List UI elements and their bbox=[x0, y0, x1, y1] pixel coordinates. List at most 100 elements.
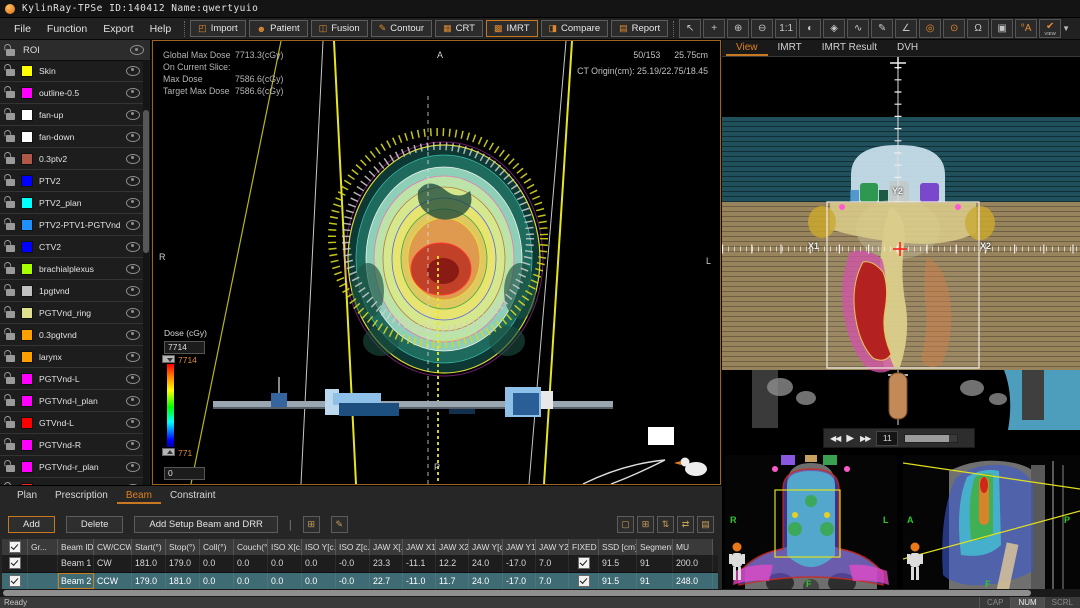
fixed-checkbox[interactable] bbox=[578, 557, 590, 569]
visibility-eye-icon[interactable] bbox=[126, 154, 140, 164]
visibility-eye-icon[interactable] bbox=[126, 66, 140, 76]
fixed-checkbox[interactable] bbox=[578, 575, 590, 587]
lock-icon[interactable]: Ω bbox=[967, 19, 989, 38]
coronal-dose-view[interactable]: R L F bbox=[725, 455, 897, 597]
menu-file[interactable]: File bbox=[6, 23, 39, 35]
roi-item[interactable]: 0.3pgtvnd bbox=[0, 324, 144, 346]
tab-beam[interactable]: Beam bbox=[117, 488, 161, 504]
roi-item[interactable]: CTV2 bbox=[0, 236, 144, 258]
visibility-eye-icon[interactable] bbox=[126, 198, 140, 208]
sagittal-dose-view[interactable]: A P F bbox=[903, 455, 1080, 597]
visibility-eye-icon[interactable] bbox=[126, 440, 140, 450]
roi-item[interactable]: GTVnd-L bbox=[0, 412, 144, 434]
visibility-eye-icon[interactable] bbox=[126, 462, 140, 472]
toolbar-button-fusion[interactable]: ◫Fusion bbox=[311, 20, 368, 37]
tab-dvh[interactable]: DVH bbox=[887, 40, 928, 56]
roi-item[interactable]: Skin bbox=[0, 60, 144, 82]
roi-scrollbar[interactable] bbox=[143, 60, 149, 485]
tab-plan[interactable]: Plan bbox=[8, 488, 46, 504]
dose-min-input[interactable]: 0 bbox=[164, 467, 205, 480]
roi-item[interactable]: fan-up bbox=[0, 104, 144, 126]
cursor-icon[interactable]: ↖ bbox=[679, 19, 701, 38]
roi-item[interactable]: fan-down bbox=[0, 126, 144, 148]
rewind-button[interactable]: ◀◀ bbox=[830, 434, 840, 443]
delete-button[interactable]: Delete bbox=[66, 516, 123, 533]
pan-icon[interactable]: + bbox=[703, 19, 725, 38]
select-all-checkbox[interactable] bbox=[9, 541, 21, 553]
frame-number[interactable]: 11 bbox=[876, 431, 898, 446]
dose-max-input[interactable]: 7714 bbox=[164, 341, 205, 354]
visibility-eye-icon[interactable] bbox=[130, 45, 144, 55]
expand-tools-icon[interactable]: ▼ bbox=[1062, 24, 1070, 33]
visibility-eye-icon[interactable] bbox=[126, 220, 140, 230]
capture-icon[interactable]: ▣ bbox=[991, 19, 1013, 38]
toolbar-button-contour[interactable]: ✎Contour bbox=[371, 20, 432, 37]
add-button[interactable]: Add bbox=[8, 516, 55, 533]
visibility-eye-icon[interactable] bbox=[126, 242, 140, 252]
beam-tool-grid-icon[interactable]: ⊞ bbox=[637, 516, 654, 533]
tab-imrt[interactable]: IMRT bbox=[768, 40, 812, 56]
beam-tool-list-icon[interactable]: ▤ bbox=[697, 516, 714, 533]
roi-scrollbar-thumb[interactable] bbox=[143, 110, 149, 253]
beam-tool-copy-icon[interactable]: ▢ bbox=[617, 516, 634, 533]
visibility-eye-icon[interactable] bbox=[126, 352, 140, 362]
tab-prescription[interactable]: Prescription bbox=[46, 488, 117, 504]
visibility-eye-icon[interactable] bbox=[126, 88, 140, 98]
roi-item[interactable]: PGTVnd-r_plan bbox=[0, 456, 144, 478]
view-mode-icon[interactable]: ✔VIEW bbox=[1039, 19, 1061, 38]
roi-item[interactable]: larynx bbox=[0, 346, 144, 368]
roi-item[interactable]: PTV2-PTV1-PGTVnd-PGTVn: bbox=[0, 214, 144, 236]
visibility-eye-icon[interactable] bbox=[126, 396, 140, 406]
dose-lower-handle[interactable] bbox=[162, 448, 175, 456]
roi-item[interactable]: brachialplexus bbox=[0, 258, 144, 280]
beam-table-row[interactable]: Beam 1CW181.0179.00.00.00.00.0-0.023.3-1… bbox=[2, 555, 718, 573]
measure-icon[interactable]: ✎ bbox=[871, 19, 893, 38]
forward-button[interactable]: ▶▶ bbox=[860, 434, 870, 443]
beam-tool-sort-icon[interactable]: ⇅ bbox=[657, 516, 674, 533]
zoom-out-icon[interactable]: ⊖ bbox=[751, 19, 773, 38]
toolbar-button-report[interactable]: ▤Report bbox=[611, 20, 668, 37]
toolbar-button-import[interactable]: ◰Import bbox=[190, 20, 245, 37]
roi-item[interactable]: PGTVnd-R bbox=[0, 434, 144, 456]
beam-enabled-checkbox[interactable] bbox=[9, 557, 21, 569]
menu-function[interactable]: Function bbox=[39, 23, 95, 35]
roi-item[interactable]: 0.3ptv2 bbox=[0, 148, 144, 170]
isocenter-icon[interactable]: ◎ bbox=[919, 19, 941, 38]
visibility-eye-icon[interactable] bbox=[126, 308, 140, 318]
annotation-icon[interactable]: °A bbox=[1015, 19, 1037, 38]
add-table-row-icon[interactable]: ⊞ bbox=[303, 516, 320, 533]
roi-item[interactable] bbox=[0, 478, 144, 485]
menu-help[interactable]: Help bbox=[142, 23, 180, 35]
view-3d-icon[interactable]: ◈ bbox=[823, 19, 845, 38]
window-level-icon[interactable]: ◐ bbox=[799, 19, 821, 38]
visibility-eye-icon[interactable] bbox=[126, 132, 140, 142]
add-setup-beam-and-drr-button[interactable]: Add Setup Beam and DRR bbox=[134, 516, 278, 533]
toolbar-button-imrt[interactable]: ▩IMRT bbox=[486, 20, 538, 37]
bev-view[interactable]: Y2 X1 X2 ◀◀ ▶ ▶▶ 11 bbox=[722, 57, 1080, 455]
play-button[interactable]: ▶ bbox=[846, 433, 854, 444]
dose-upper-handle[interactable] bbox=[162, 355, 175, 363]
menu-export[interactable]: Export bbox=[95, 23, 141, 35]
edit-table-row-icon[interactable]: ✎ bbox=[331, 516, 348, 533]
beam-enabled-checkbox[interactable] bbox=[9, 575, 21, 587]
roi-item[interactable]: PTV2_plan bbox=[0, 192, 144, 214]
axial-ct-view[interactable]: Global Max Dose7713.3(cGy)On Current Sli… bbox=[152, 40, 721, 485]
tab-view[interactable]: View bbox=[726, 40, 768, 56]
visibility-eye-icon[interactable] bbox=[126, 176, 140, 186]
dose-gradient-bar[interactable] bbox=[167, 364, 174, 447]
roi-item[interactable]: PGTVnd_ring bbox=[0, 302, 144, 324]
frame-slider[interactable] bbox=[904, 434, 958, 443]
actual-size-icon[interactable]: 1:1 bbox=[775, 19, 797, 38]
horizontal-scrollbar[interactable] bbox=[0, 589, 1080, 597]
angle-icon[interactable]: ∠ bbox=[895, 19, 917, 38]
dose-profile-icon[interactable]: ∿ bbox=[847, 19, 869, 38]
roi-item[interactable]: PTV2 bbox=[0, 170, 144, 192]
visibility-eye-icon[interactable] bbox=[126, 286, 140, 296]
visibility-eye-icon[interactable] bbox=[126, 264, 140, 274]
visibility-eye-icon[interactable] bbox=[126, 110, 140, 120]
roi-item[interactable]: outline-0.5 bbox=[0, 82, 144, 104]
scrollbar-thumb[interactable] bbox=[3, 590, 1031, 596]
dose-display-icon[interactable]: ⊙ bbox=[943, 19, 965, 38]
visibility-eye-icon[interactable] bbox=[126, 374, 140, 384]
tab-imrt-result[interactable]: IMRT Result bbox=[812, 40, 887, 56]
